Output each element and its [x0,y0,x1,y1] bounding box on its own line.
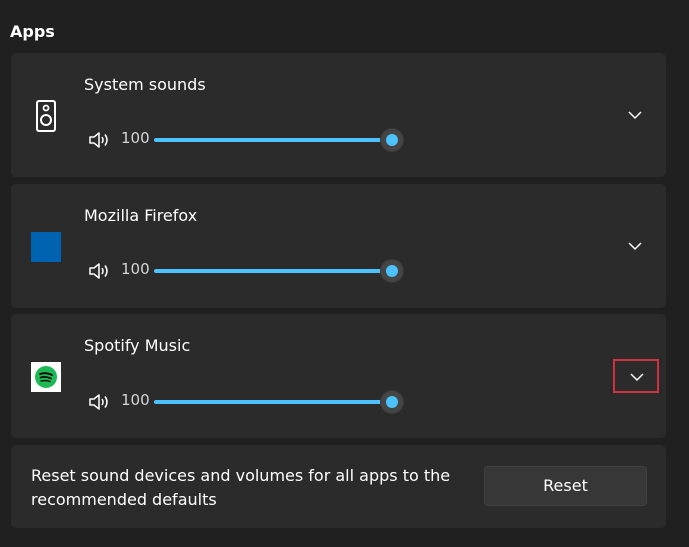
speaker-volume-icon [89,263,108,279]
expand-button-spotify-music[interactable] [613,359,659,393]
chevron-down-icon [630,373,644,382]
app-name: System sounds [84,75,206,94]
speaker-volume-icon [89,394,108,410]
volume-value: 100 [121,129,150,147]
slider-fill [154,138,392,142]
app-card-spotify-music: Spotify Music 100 [11,314,666,438]
apps-section-title: Apps [10,22,55,41]
speaker-volume-icon [89,132,108,148]
slider-fill [154,400,392,404]
slider-thumb[interactable] [380,259,404,283]
volume-slider[interactable] [154,128,404,152]
firefox-app-icon [31,232,61,262]
spotify-icon [31,362,61,392]
volume-slider[interactable] [154,259,404,283]
speaker-device-icon [31,100,61,132]
chevron-down-icon [628,242,642,251]
volume-value: 100 [121,260,150,278]
expand-button-mozilla-firefox[interactable] [613,230,659,264]
volume-value: 100 [121,391,150,409]
slider-thumb[interactable] [380,390,404,414]
volume-row: 100 [88,390,408,414]
app-name: Spotify Music [84,336,191,355]
app-card-mozilla-firefox: Mozilla Firefox 100 [11,184,666,308]
slider-fill [154,269,392,273]
app-card-system-sounds: System sounds 100 [11,53,666,177]
chevron-down-icon [628,111,642,120]
reset-card: Reset sound devices and volumes for all … [11,445,666,528]
reset-button[interactable]: Reset [484,466,647,506]
volume-slider[interactable] [154,390,404,414]
reset-description: Reset sound devices and volumes for all … [31,466,451,509]
slider-thumb[interactable] [380,128,404,152]
volume-row: 100 [88,259,408,283]
app-name: Mozilla Firefox [84,206,198,225]
expand-button-system-sounds[interactable] [613,99,659,133]
volume-row: 100 [88,128,408,152]
